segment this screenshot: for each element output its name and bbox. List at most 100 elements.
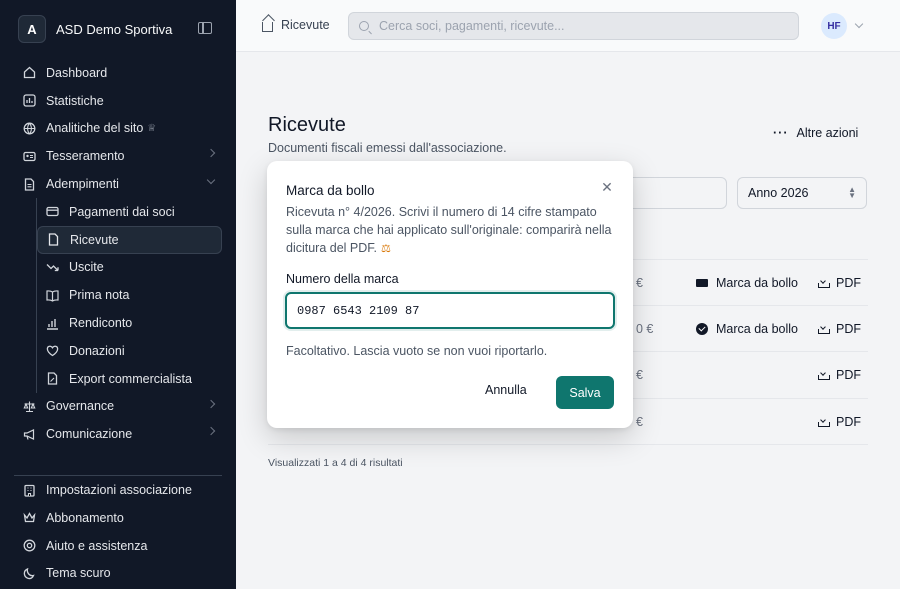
chevron-down-icon (206, 175, 216, 185)
sidebar-item-label: Impostazioni associazione (46, 483, 192, 498)
more-actions-label: Altre azioni (796, 126, 859, 140)
sidebar-item-aiuto[interactable]: Aiuto e assistenza (14, 532, 222, 560)
scale-icon (22, 399, 36, 413)
sidebar-item-ricevute[interactable]: Ricevute (37, 225, 222, 254)
sidebar-item-label: Statistiche (46, 93, 104, 108)
row-amount: € (636, 414, 643, 429)
sidebar-item-label: Governance (46, 399, 115, 414)
stamp-number-input[interactable] (297, 303, 597, 318)
org-switcher[interactable]: A ASD Demo Sportiva (18, 15, 172, 43)
sidebar-item-governance[interactable]: Governance (14, 393, 222, 421)
stamp-number-field[interactable] (285, 292, 615, 329)
file-export-icon (45, 372, 59, 386)
pdf-label: PDF (836, 414, 861, 429)
sidebar-item-label: Comunicazione (46, 427, 133, 442)
bottom-nav: Impostazioni associazione Abbonamento Ai… (14, 475, 222, 587)
trending-down-icon (45, 260, 59, 274)
pdf-download-button[interactable]: PDF (818, 322, 861, 336)
lifebuoy-icon (22, 539, 36, 553)
download-icon (818, 324, 830, 334)
home-icon (22, 66, 36, 80)
org-name: ASD Demo Sportiva (56, 21, 173, 37)
sidebar-toggle-icon[interactable] (198, 22, 212, 34)
row-amount: 0 € (636, 321, 654, 336)
breadcrumb[interactable]: Ricevute (262, 18, 330, 32)
save-button[interactable]: Salva (556, 376, 614, 409)
sidebar-item-label: Export commercialista (69, 371, 192, 386)
megaphone-icon (22, 427, 36, 441)
sidebar-item-prima-nota[interactable]: Prima nota (37, 281, 222, 309)
sidebar-item-pagamenti-soci[interactable]: Pagamenti dai soci (37, 198, 222, 226)
sidebar-item-label: Donazioni (69, 343, 125, 358)
sidebar-item-label: Analitiche del sito (46, 121, 144, 136)
stamp-modal: Marca da bollo ✕ Ricevuta n° 4/2026. Scr… (267, 161, 633, 428)
filter-input[interactable] (619, 177, 727, 209)
sidebar-item-label: Tema scuro (46, 566, 111, 581)
sidebar-item-abbonamento[interactable]: Abbonamento (14, 504, 222, 532)
sidebar-item-label: Uscite (69, 260, 104, 275)
book-open-icon (45, 288, 59, 302)
page-title: Ricevute (268, 114, 346, 136)
chevron-right-icon (206, 149, 216, 158)
sidebar-item-dashboard[interactable]: Dashboard (14, 59, 222, 87)
download-icon (818, 278, 830, 288)
sidebar-item-label: Prima nota (69, 288, 130, 303)
stamp-button[interactable]: Marca da bollo (696, 276, 798, 290)
globe-icon (22, 121, 36, 135)
sidebar-item-impostazioni[interactable]: Impostazioni associazione (14, 476, 222, 504)
bar-chart-icon (45, 316, 59, 330)
sidebar: A ASD Demo Sportiva Dashboard Statistich… (0, 0, 236, 589)
stamp-label: Marca da bollo (716, 321, 798, 336)
year-select[interactable]: Anno 2026 ▲ ▼ (737, 177, 867, 209)
sidebar-item-label: Rendiconto (69, 316, 133, 331)
sidebar-item-label: Aiuto e assistenza (46, 538, 148, 553)
chevron-up-down-icon: ▲ ▼ (848, 185, 856, 200)
sidebar-item-export-commercialista[interactable]: Export commercialista (37, 365, 222, 393)
sidebar-item-adempimenti[interactable]: Adempimenti (14, 170, 222, 198)
moon-icon (22, 566, 36, 580)
receipt-icon (46, 233, 60, 247)
sidebar-item-tesseramento[interactable]: Tesseramento (14, 142, 222, 170)
topbar: Ricevute HF (236, 0, 900, 52)
adempimenti-submenu: Pagamenti dai soci Ricevute Uscite Prima… (36, 197, 222, 393)
sidebar-item-rendiconto[interactable]: Rendiconto (37, 309, 222, 337)
id-card-icon (22, 149, 36, 163)
search-bar[interactable] (348, 12, 799, 40)
modal-description: Ricevuta n° 4/2026. Scrivi il numero di … (286, 203, 616, 258)
sidebar-item-label: Abbonamento (46, 510, 124, 525)
pdf-download-button[interactable]: PDF (818, 368, 861, 382)
pdf-download-button[interactable]: PDF (818, 276, 861, 290)
scale-icon: ⚖ (381, 243, 391, 255)
sidebar-item-analitiche[interactable]: Analitiche del sito ♕ (14, 115, 222, 143)
crown-icon: ♕ (147, 122, 157, 134)
heart-icon (45, 344, 59, 358)
breadcrumb-label: Ricevute (281, 18, 330, 32)
ticket-icon (696, 277, 708, 289)
search-input[interactable] (379, 19, 779, 33)
sidebar-item-label: Adempimenti (46, 177, 119, 192)
stamp-button[interactable]: Marca da bollo (696, 322, 798, 336)
download-icon (818, 370, 830, 380)
sidebar-item-label: Tesseramento (46, 149, 125, 164)
sidebar-item-comunicazione[interactable]: Comunicazione (14, 420, 222, 448)
crown-icon (22, 511, 36, 525)
close-icon[interactable]: ✕ (601, 180, 613, 194)
row-amount: € (636, 276, 643, 290)
sidebar-item-uscite[interactable]: Uscite (37, 254, 222, 282)
pdf-download-button[interactable]: PDF (818, 415, 861, 429)
pdf-label: PDF (836, 368, 861, 382)
user-menu[interactable]: HF (821, 13, 864, 39)
more-horizontal-icon: ··· (773, 126, 789, 140)
chart-box-icon (22, 94, 36, 108)
modal-title: Marca da bollo (286, 183, 375, 198)
sidebar-item-label: Dashboard (46, 65, 108, 80)
cancel-button[interactable]: Annulla (485, 383, 527, 397)
more-actions-button[interactable]: ··· Altre azioni (773, 126, 858, 140)
modal-description-text: Ricevuta n° 4/2026. Scrivi il numero di … (286, 205, 612, 255)
search-icon (359, 21, 369, 31)
stamp-label: Marca da bollo (716, 276, 798, 290)
sidebar-item-statistiche[interactable]: Statistiche (14, 87, 222, 115)
sidebar-item-donazioni[interactable]: Donazioni (37, 337, 222, 365)
chevron-right-icon (206, 427, 216, 436)
sidebar-item-tema-scuro[interactable]: Tema scuro (14, 560, 222, 588)
